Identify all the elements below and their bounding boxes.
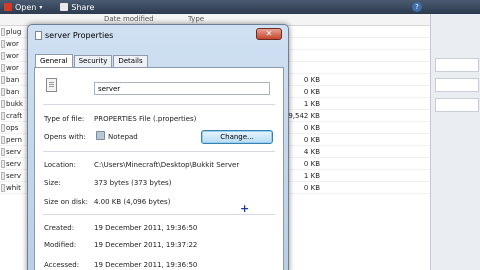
share-icon (60, 3, 69, 11)
accessed-value: 19 December 2011, 19:36:50 (94, 261, 198, 269)
file-icon (1, 124, 5, 132)
file-name: wor (6, 40, 19, 48)
file-name: ban (6, 76, 20, 84)
file-icon (1, 112, 5, 120)
explorer-toolbar: Open ▾ Share ? (0, 0, 480, 14)
location-label: Location: (44, 161, 76, 169)
preview-pane (430, 14, 480, 270)
size-value: 373 bytes (373 bytes) (94, 179, 172, 187)
file-name: ban (6, 88, 20, 96)
file-name: pern (6, 136, 22, 144)
type-of-file-value: PROPERTIES File (.properties) (94, 115, 197, 123)
open-menu-button[interactable]: Open ▾ (4, 3, 42, 12)
file-icon (35, 31, 42, 40)
file-icon (1, 148, 5, 156)
file-icon (1, 100, 5, 108)
mouse-cursor-icon: + (240, 202, 250, 215)
divider (43, 104, 275, 105)
share-menu-button[interactable]: Share (60, 3, 94, 12)
file-name: whit (6, 184, 21, 192)
location-value: C:\Users\Minecraft\Desktop\Bukkit Server (94, 161, 240, 169)
created-value: 19 December 2011, 19:36:50 (94, 224, 198, 232)
file-name: plug (6, 28, 22, 36)
open-menu-label: Open (15, 2, 37, 12)
file-name: serv (6, 148, 21, 156)
change-button[interactable]: Change... (201, 130, 273, 144)
file-name: ops (6, 124, 19, 132)
divider (43, 151, 275, 152)
file-name: serv (6, 160, 21, 168)
properties-dialog: server Properties ✕ General Security Det… (27, 24, 289, 270)
preview-pane-box (435, 98, 479, 112)
help-icon[interactable]: ? (412, 2, 422, 12)
dialog-tabs: General Security Details (35, 53, 149, 68)
file-name: wor (6, 52, 19, 60)
type-of-file-label: Type of file: (44, 115, 85, 123)
dialog-title-bar[interactable]: server Properties (35, 31, 113, 40)
file-icon (1, 64, 5, 72)
file-name-input[interactable] (94, 82, 270, 95)
file-icon (1, 160, 5, 168)
tab-general[interactable]: General (35, 54, 73, 68)
size-on-disk-label: Size on disk: (44, 198, 88, 206)
close-icon: ✕ (265, 29, 273, 38)
file-icon (1, 52, 5, 60)
file-icon (1, 172, 5, 180)
modified-label: Modified: (44, 241, 77, 249)
close-button[interactable]: ✕ (256, 28, 282, 40)
preview-pane-box (435, 78, 479, 92)
file-icon (1, 28, 5, 36)
file-name: craft (6, 112, 23, 120)
size-on-disk-value: 4.00 KB (4,096 bytes) (94, 198, 171, 206)
file-name: bukk (6, 100, 23, 108)
file-icon (1, 76, 5, 84)
preview-pane-box (435, 58, 479, 72)
file-icon (1, 136, 5, 144)
tab-security[interactable]: Security (73, 55, 113, 67)
accessed-label: Accessed: (44, 261, 80, 269)
opens-with-label: Opens with: (44, 133, 86, 141)
modified-value: 19 December 2011, 19:37:22 (94, 241, 198, 249)
file-icon (1, 184, 5, 192)
opens-with-value: Notepad (108, 133, 138, 141)
tab-details[interactable]: Details (113, 55, 148, 67)
file-icon (1, 88, 5, 96)
dialog-title: server Properties (45, 31, 114, 40)
created-label: Created: (44, 224, 75, 232)
column-header-date-modified[interactable]: Date modified (104, 15, 154, 23)
file-name: wor (6, 64, 19, 72)
file-icon (1, 40, 5, 48)
properties-file-icon (46, 78, 57, 92)
file-name: serv (6, 172, 21, 180)
chevron-down-icon: ▾ (39, 3, 43, 11)
notepad-icon (96, 131, 105, 140)
general-tab-panel: Type of file: PROPERTIES File (.properti… (34, 67, 284, 270)
size-label: Size: (44, 179, 61, 187)
open-icon (4, 3, 12, 11)
column-header-type[interactable]: Type (188, 15, 204, 23)
share-menu-label: Share (71, 2, 95, 12)
